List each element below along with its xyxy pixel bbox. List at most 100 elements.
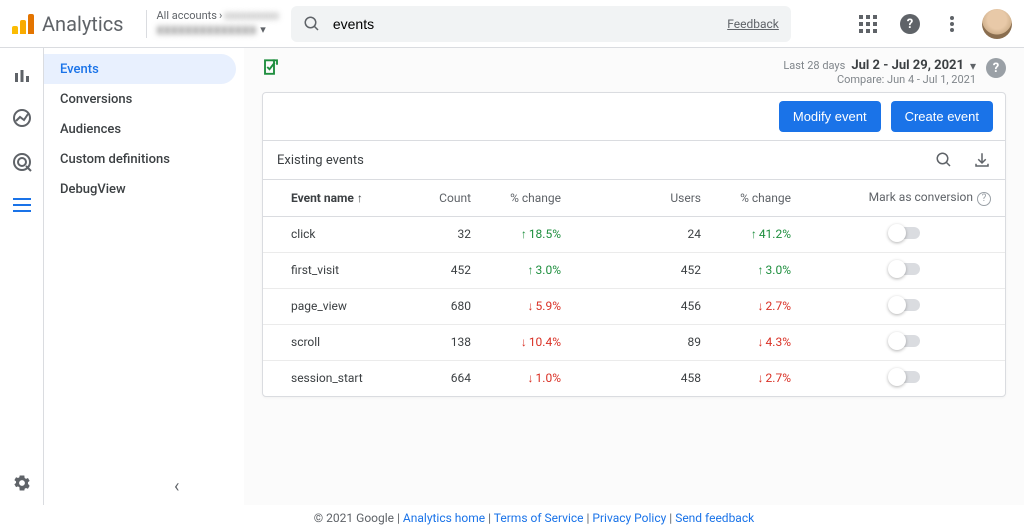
table-row: click32↑ 18.5%24↑ 41.2% [263,216,1005,252]
footer-link-privacy[interactable]: Privacy Policy [592,511,666,525]
change1-cell: ↓ 1.0% [485,360,575,396]
account-parent-blur: xxxxxxxxxx [224,9,279,22]
arrow-down-icon: ↓ [758,299,764,313]
table-row: page_view680↓ 5.9%456↓ 2.7% [263,288,1005,324]
sort-asc-icon: ↑ [357,191,363,205]
footer-link-home[interactable]: Analytics home [403,511,485,525]
svg-text:?: ? [907,17,913,32]
change1-cell: ↑ 18.5% [485,216,575,252]
page-status-icon [262,58,280,76]
arrow-down-icon: ↓ [521,335,527,349]
arrow-down-icon: ↓ [758,335,764,349]
account-selector[interactable]: All accounts › xxxxxxxxxx xxxxxxxxxxxxxx… [157,9,279,39]
conversion-toggle[interactable] [890,371,920,383]
col-event-name[interactable]: Event name ↑ [263,180,415,216]
rail-configure-icon[interactable] [13,196,31,214]
rail-advertising-icon[interactable] [12,152,32,172]
chevron-down-icon: ▾ [970,59,976,73]
table-search-icon[interactable] [935,151,953,169]
footer-link-feedback[interactable]: Send feedback [675,511,754,525]
table-row: session_start664↓ 1.0%458↓ 2.7% [263,360,1005,396]
subnav-events[interactable]: Events [44,54,236,84]
arrow-down-icon: ↓ [758,371,764,385]
app-header: Analytics All accounts › xxxxxxxxxx xxxx… [0,0,1024,48]
main-content: Last 28 days Jul 2 - Jul 29, 2021 ▾ Comp… [244,48,1024,505]
help-small-icon[interactable]: ? [977,192,991,206]
conversion-toggle[interactable] [890,263,920,275]
table-row: scroll138↓ 10.4%89↓ 4.3% [263,324,1005,360]
count-cell: 452 [415,252,485,288]
create-event-button[interactable]: Create event [891,101,993,132]
arrow-up-icon: ↑ [521,227,527,241]
change1-cell: ↓ 5.9% [485,288,575,324]
arrow-up-icon: ↑ [758,263,764,277]
help-icon[interactable]: ? [898,12,922,36]
brand-text: Analytics [42,12,124,36]
rail-explore-icon[interactable] [12,108,32,128]
event-name-cell[interactable]: click [263,216,415,252]
nav-rail [0,48,44,505]
chevron-right-icon: › [219,9,222,22]
col-change1[interactable]: % change [485,180,575,216]
subnav-debugview[interactable]: DebugView [44,174,236,204]
divider [146,10,147,38]
logo[interactable]: Analytics [12,12,124,36]
change2-cell: ↑ 3.0% [715,252,805,288]
count-cell: 680 [415,288,485,324]
search-input[interactable] [321,16,727,32]
conversion-toggle[interactable] [890,299,920,311]
change2-cell: ↓ 4.3% [715,324,805,360]
count-cell: 32 [415,216,485,252]
subnav: Events Conversions Audiences Custom defi… [44,48,244,505]
event-name-cell[interactable]: scroll [263,324,415,360]
change1-cell: ↓ 10.4% [485,324,575,360]
date-compare: Compare: Jun 4 - Jul 1, 2021 [783,73,976,86]
arrow-up-icon: ↑ [751,227,757,241]
change2-cell: ↑ 41.2% [715,216,805,252]
change2-cell: ↓ 2.7% [715,360,805,396]
account-line1: All accounts [157,9,217,22]
search-icon [303,15,321,33]
feedback-link[interactable]: Feedback [727,17,779,31]
chevron-down-icon: ▾ [260,23,266,36]
count-cell: 138 [415,324,485,360]
change1-cell: ↑ 3.0% [485,252,575,288]
arrow-down-icon: ↓ [528,299,534,313]
col-change2[interactable]: % change [715,180,805,216]
footer-link-tos[interactable]: Terms of Service [494,511,584,525]
event-name-cell[interactable]: first_visit [263,252,415,288]
subnav-custom-definitions[interactable]: Custom definitions [44,144,236,174]
users-cell: 89 [575,324,715,360]
col-users[interactable]: Users [575,180,715,216]
conversion-toggle[interactable] [890,227,920,239]
toggle-cell [805,324,1005,360]
footer-copyright: © 2021 Google [314,511,394,525]
download-icon[interactable] [973,151,991,169]
toggle-cell [805,288,1005,324]
settings-icon[interactable] [12,473,32,493]
logo-icon [12,14,34,34]
page-help-icon[interactable]: ? [986,58,1006,78]
event-name-cell[interactable]: page_view [263,288,415,324]
users-cell: 452 [575,252,715,288]
account-property-blur: xxxxxxxxxxxxxx [157,22,257,39]
collapse-nav-icon[interactable]: ‹ [174,476,179,497]
apps-icon[interactable] [856,12,880,36]
table-title: Existing events [277,153,364,168]
menu-dots-icon[interactable] [940,12,964,36]
subnav-audiences[interactable]: Audiences [44,114,236,144]
subnav-conversions[interactable]: Conversions [44,84,236,114]
col-count[interactable]: Count [415,180,485,216]
avatar[interactable] [982,9,1012,39]
toggle-cell [805,216,1005,252]
users-cell: 456 [575,288,715,324]
date-range-selector[interactable]: Last 28 days Jul 2 - Jul 29, 2021 ▾ Comp… [783,58,976,86]
conversion-toggle[interactable] [890,335,920,347]
rail-reports-icon[interactable] [13,66,31,84]
search-box[interactable]: Feedback [291,6,791,42]
events-card: Modify event Create event Existing event… [262,92,1006,397]
date-prefix: Last 28 days [783,59,845,72]
modify-event-button[interactable]: Modify event [779,101,881,132]
event-name-cell[interactable]: session_start [263,360,415,396]
toggle-cell [805,252,1005,288]
